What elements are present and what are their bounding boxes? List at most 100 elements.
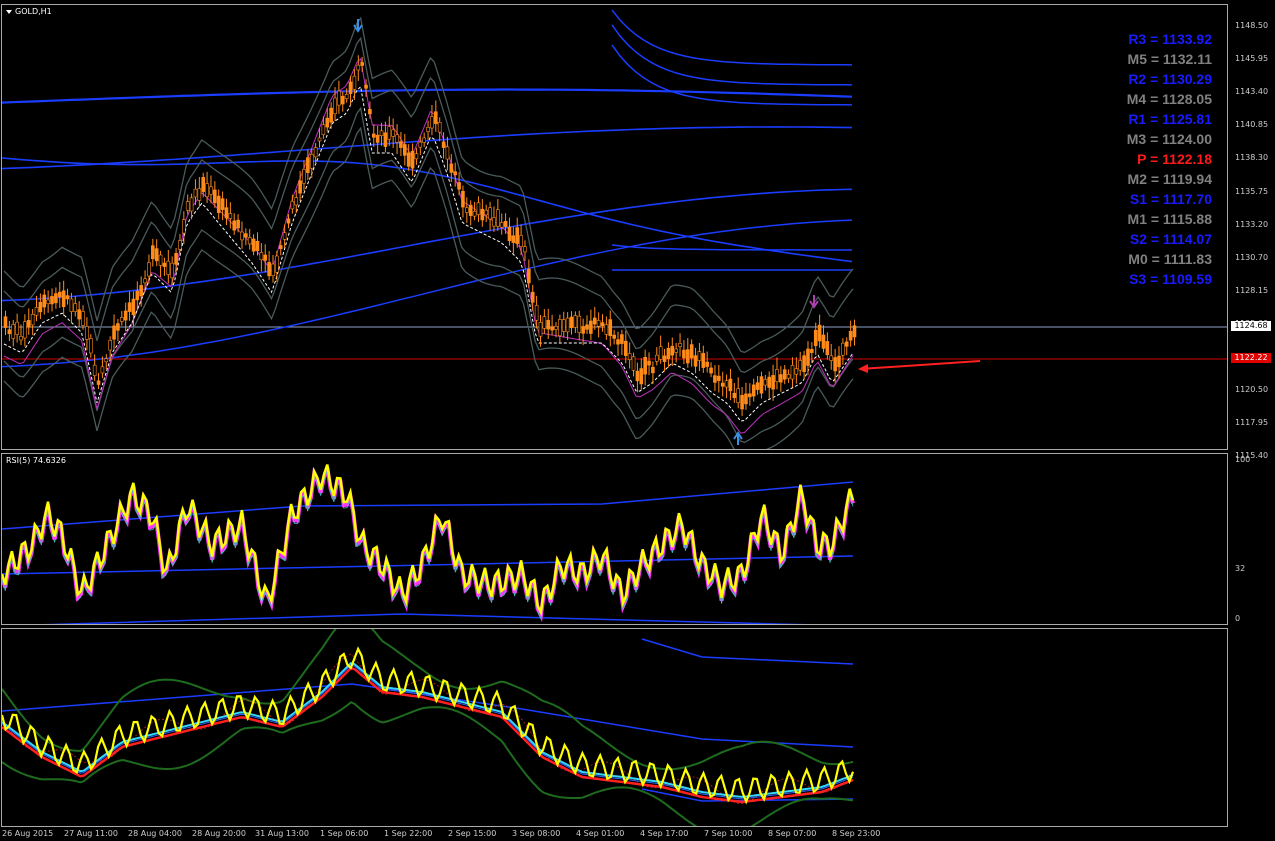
price-scale-label: 1140.85 xyxy=(1235,120,1269,130)
candle xyxy=(139,285,143,297)
outer-band xyxy=(611,244,852,251)
candle xyxy=(205,183,209,198)
pivot-level-label: R3 = 1133.92 xyxy=(1128,31,1212,47)
candle xyxy=(848,330,853,341)
time-axis-label: 28 Aug 04:00 xyxy=(128,829,182,838)
pivot-level-label: P = 1122.18 xyxy=(1137,151,1212,167)
candle xyxy=(654,354,659,362)
time-axis-label: 4 Sep 17:00 xyxy=(640,829,689,838)
candle xyxy=(317,137,322,142)
candle xyxy=(244,233,248,238)
candle xyxy=(182,219,186,234)
price-scale[interactable]: 1148.50 1145.95 1143.40 1140.85 1138.30 1135.… xyxy=(1229,4,1275,460)
candle xyxy=(461,190,465,208)
candle xyxy=(802,355,806,372)
candle xyxy=(767,376,772,388)
candle xyxy=(662,355,667,363)
candle xyxy=(821,334,826,349)
regression-band xyxy=(2,88,853,104)
price-chart-pane[interactable]: GOLD,H1 R3 = 1133.92 M5 = 1132.11 R2 = 113… xyxy=(1,4,1228,450)
candle xyxy=(26,320,31,328)
candle xyxy=(414,153,419,160)
candle xyxy=(833,357,837,372)
candle xyxy=(108,340,112,351)
moving-average-magenta xyxy=(3,57,854,434)
menu-triangle-icon[interactable] xyxy=(6,9,12,14)
candle xyxy=(511,235,516,243)
candle xyxy=(85,326,89,340)
candle xyxy=(224,207,229,219)
price-scale-label: 1120.50 xyxy=(1235,385,1269,395)
candle xyxy=(503,220,508,227)
candle xyxy=(748,393,752,398)
candle xyxy=(352,75,357,90)
candle xyxy=(457,182,461,190)
candle xyxy=(120,317,124,322)
time-axis-label: 4 Sep 01:00 xyxy=(576,829,625,838)
candle xyxy=(542,316,547,329)
price-scale-label: 1130.70 xyxy=(1235,252,1269,262)
candle xyxy=(395,134,399,143)
indicator-canvas[interactable] xyxy=(2,629,1228,827)
time-axis-label: 31 Aug 13:00 xyxy=(255,829,309,838)
candle xyxy=(616,339,620,345)
rsi-canvas[interactable] xyxy=(2,454,1228,625)
pivot-level-label: M1 = 1115.88 xyxy=(1127,211,1212,227)
candle xyxy=(383,132,388,147)
price-line-yellow xyxy=(2,646,855,805)
candle xyxy=(240,231,244,241)
rsi-scale-32: 32 xyxy=(1235,564,1246,573)
price-scale-label: 1133.20 xyxy=(1235,219,1269,229)
candle xyxy=(403,144,407,156)
price-chart-canvas[interactable] xyxy=(2,5,1228,450)
candle xyxy=(507,226,512,242)
candle xyxy=(538,321,543,337)
candle xyxy=(267,262,271,277)
candle xyxy=(763,379,768,386)
candle xyxy=(325,117,330,128)
candle xyxy=(251,238,256,252)
indicator-pane[interactable] xyxy=(1,628,1228,827)
candle xyxy=(728,378,733,392)
candle xyxy=(201,177,206,192)
candle xyxy=(116,323,120,331)
candle xyxy=(170,262,174,279)
candle xyxy=(437,121,442,133)
candle xyxy=(19,335,23,341)
candle xyxy=(732,392,737,399)
candle xyxy=(790,364,795,380)
candle xyxy=(11,324,16,339)
candle xyxy=(449,163,454,173)
price-scale-label: 1135.75 xyxy=(1235,186,1269,196)
candle xyxy=(573,315,578,328)
candle xyxy=(782,369,787,380)
candle xyxy=(639,368,644,385)
candle xyxy=(775,369,779,382)
candle xyxy=(686,349,690,364)
candle xyxy=(7,329,12,335)
time-axis-label: 7 Sep 10:00 xyxy=(704,829,753,838)
rsi-shadow-line xyxy=(2,466,855,622)
candle xyxy=(364,84,368,89)
candle xyxy=(127,302,132,312)
candle xyxy=(371,133,376,138)
annotation-arrow xyxy=(859,360,981,370)
time-axis-label: 2 Sep 15:00 xyxy=(448,829,497,838)
rsi-pane[interactable]: RSI(5) 74.6326 xyxy=(1,453,1228,625)
candle xyxy=(600,322,605,327)
candle xyxy=(546,320,551,330)
candle xyxy=(112,325,116,340)
candle xyxy=(666,347,671,360)
chart-title: GOLD,H1 xyxy=(6,7,52,16)
rsi-scale: 100 32 0 xyxy=(1229,453,1275,625)
candle xyxy=(65,295,70,300)
candle xyxy=(143,278,147,284)
time-axis[interactable]: 26 Aug 2015 27 Aug 11:00 28 Aug 04:00 28 Au… xyxy=(0,828,1228,841)
rsi-band-lower xyxy=(43,613,807,624)
candle xyxy=(255,241,260,252)
candle xyxy=(151,245,155,260)
candle xyxy=(472,210,477,217)
envelope-lower xyxy=(2,701,854,826)
candle xyxy=(54,293,58,304)
candle xyxy=(635,370,640,382)
